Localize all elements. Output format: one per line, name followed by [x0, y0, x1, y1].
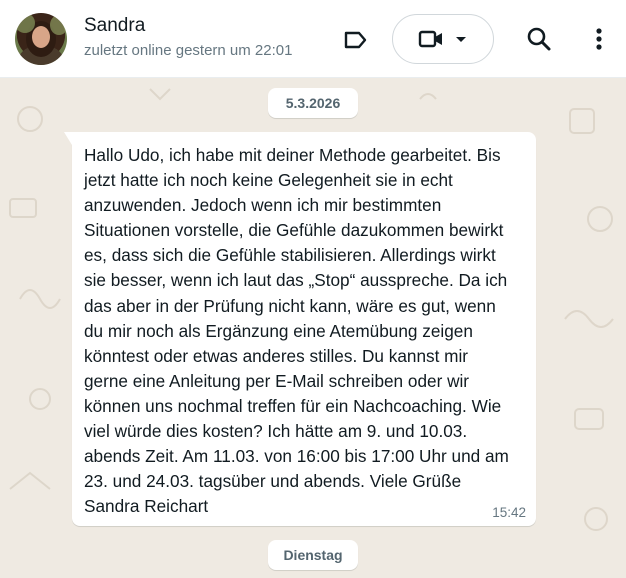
- search-button[interactable]: [522, 22, 556, 56]
- chat-area[interactable]: 5.3.2026 Hallo Udo, ich habe mit deiner …: [0, 79, 626, 578]
- more-vert-icon: [596, 28, 602, 50]
- message-text: Hallo Udo, ich habe mit deiner Methode g…: [84, 145, 509, 517]
- contact-name[interactable]: Sandra: [84, 15, 145, 37]
- label-icon: [344, 31, 367, 49]
- chat-header: Sandra zuletzt online gestern um 22:01: [0, 0, 626, 78]
- video-call-icon: [418, 30, 442, 48]
- chevron-down-icon: [456, 37, 466, 42]
- date-separator: Dienstag: [268, 540, 358, 570]
- avatar[interactable]: [15, 13, 67, 65]
- menu-button[interactable]: [584, 22, 614, 56]
- incoming-message-bubble[interactable]: Hallo Udo, ich habe mit deiner Methode g…: [64, 132, 536, 526]
- message-timestamp: 15:42: [492, 505, 526, 520]
- date-separator: 5.3.2026: [268, 88, 358, 118]
- search-icon: [527, 27, 551, 51]
- video-call-button[interactable]: [392, 14, 494, 64]
- label-button[interactable]: [340, 24, 372, 56]
- contact-status: zuletzt online gestern um 22:01: [84, 42, 293, 59]
